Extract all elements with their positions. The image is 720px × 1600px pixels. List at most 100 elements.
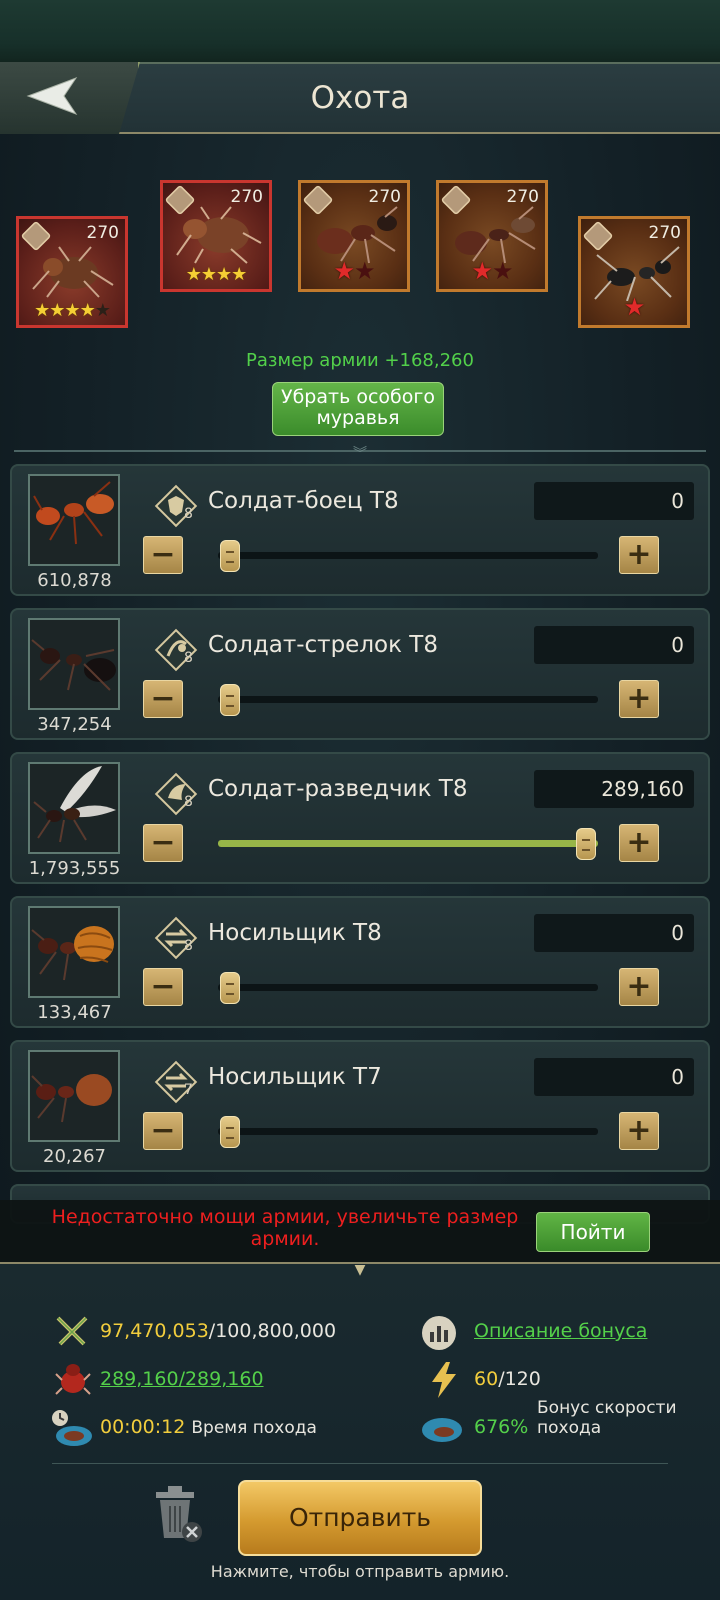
special-ant-card-4[interactable]: 270 ★★: [436, 180, 548, 292]
troop-available-count: 347,254: [37, 714, 112, 735]
troop-portrait: [28, 762, 120, 854]
ant-level: 270: [230, 187, 263, 207]
increase-button[interactable]: +: [619, 1112, 659, 1150]
army-power: 97,470,053/100,800,000: [100, 1320, 337, 1342]
troop-quantity-input[interactable]: 289,160: [534, 770, 694, 808]
increase-button[interactable]: +: [619, 824, 659, 862]
increase-button[interactable]: +: [619, 968, 659, 1006]
special-ant-card-5[interactable]: 270 ★: [578, 216, 690, 328]
special-ant-card-1[interactable]: 270 ★★★★★: [16, 216, 128, 328]
troop-tier: 8: [184, 506, 193, 522]
troop-portrait: [28, 474, 120, 566]
slider-handle[interactable]: [220, 684, 240, 716]
troop-slider[interactable]: [218, 828, 598, 860]
troop-quantity-input[interactable]: 0: [534, 1058, 694, 1096]
ant-portrait-icon: [594, 246, 680, 301]
decrease-button[interactable]: −: [143, 1112, 183, 1150]
troop-slider[interactable]: [218, 684, 598, 716]
panel-chevron-icon: ▼: [354, 1262, 366, 1278]
carrier-ant-icon: [31, 926, 114, 981]
ant-portrait-icon: [176, 206, 262, 264]
special-ant-card-2[interactable]: 270 ★★★★: [160, 180, 272, 292]
page-title: Охота: [310, 80, 410, 116]
ant-portrait-icon: [455, 206, 536, 264]
energy-cost: 60/120: [474, 1368, 541, 1390]
troop-tier: 8: [184, 650, 193, 666]
troop-slider[interactable]: [218, 1116, 598, 1148]
troop-portrait: [28, 906, 120, 998]
slider-handle[interactable]: [220, 1116, 240, 1148]
ant-troops-icon: [55, 1364, 91, 1395]
shooter-ant-icon: [31, 639, 116, 691]
bottom-divider: [52, 1463, 668, 1464]
army-size-bonus: Размер армии +168,260: [246, 350, 474, 371]
troop-available-count: 1,793,555: [28, 858, 121, 879]
troop-tier: 8: [184, 938, 193, 954]
troop-name: Носильщик T7: [208, 1064, 382, 1090]
troops-capacity-link[interactable]: 289,160/289,160: [100, 1368, 264, 1390]
divider-chevron-icon: ︾: [353, 446, 367, 462]
lightning-icon: [432, 1362, 456, 1398]
bonus-description-link[interactable]: Описание бонуса: [474, 1320, 647, 1342]
troop-tier: 8: [184, 794, 193, 810]
send-army-button[interactable]: Отправить: [238, 1480, 482, 1556]
troop-row-carrier-t7: 20,267 7 Носильщик T7 0 − +: [10, 1040, 710, 1172]
decrease-button[interactable]: −: [143, 968, 183, 1006]
top-leaf-decoration: [0, 0, 720, 62]
troop-quantity-input[interactable]: 0: [534, 482, 694, 520]
crossed-swords-icon: [56, 1316, 88, 1346]
troop-name: Солдат-стрелок T8: [208, 632, 438, 658]
increase-button[interactable]: +: [619, 536, 659, 574]
troop-row-soldier-scout: 1,793,555 8 Солдат-разведчик T8 289,160 …: [10, 752, 710, 884]
decrease-button[interactable]: −: [143, 680, 183, 718]
ant-level: 270: [368, 187, 401, 207]
slider-handle[interactable]: [576, 828, 596, 860]
speed-bonus-value: 676%: [474, 1416, 529, 1438]
speed-bonus-label: Бонус скорости похода: [537, 1398, 677, 1438]
carrier-ant-icon: [31, 1074, 112, 1123]
bar-chart-icon: [422, 1316, 456, 1350]
ant-portrait-icon: [32, 246, 114, 298]
march-time: 00:00:12 Время похода: [100, 1416, 317, 1438]
decrease-button[interactable]: −: [143, 824, 183, 862]
ant-stars: ★★★★: [185, 264, 248, 285]
slider-handle[interactable]: [220, 540, 240, 572]
troop-row-soldier-fighter: 610,878 8 Солдат-боец T8 0 − +: [10, 464, 710, 596]
troop-available-count: 20,267: [43, 1146, 106, 1167]
slider-handle[interactable]: [220, 972, 240, 1004]
troop-row-soldier-shooter: 347,254 8 Солдат-стрелок T8 0 − +: [10, 608, 710, 740]
scout-ant-icon: [33, 766, 116, 843]
troop-row-carrier-t8: 133,467 8 Носильщик T8 0 − +: [10, 896, 710, 1028]
decrease-button[interactable]: −: [143, 536, 183, 574]
troop-available-count: 133,467: [37, 1002, 112, 1023]
troop-portrait: [28, 1050, 120, 1142]
speed-bonus-icon: [422, 1418, 462, 1442]
ant-portrait-icon: [317, 206, 398, 264]
go-button[interactable]: Пойти: [536, 1212, 650, 1252]
ant-stars: ★★★★★: [34, 300, 111, 321]
ant-level: 270: [86, 223, 119, 243]
warning-message: Недостаточно мощи армии, увеличьте разме…: [51, 1206, 519, 1250]
troop-slider[interactable]: [218, 540, 598, 572]
troop-quantity-input[interactable]: 0: [534, 626, 694, 664]
troop-name: Носильщик T8: [208, 920, 382, 946]
ant-stars: ★★: [333, 257, 375, 285]
ant-stars: ★: [623, 293, 645, 321]
slider-fill: [218, 840, 598, 847]
march-time-icon: [52, 1410, 92, 1446]
troop-quantity-input[interactable]: 0: [534, 914, 694, 952]
remove-special-ant-button[interactable]: Убрать особого муравья: [272, 382, 444, 436]
troop-portrait: [28, 618, 120, 710]
send-hint-text: Нажмите, чтобы отправить армию.: [210, 1562, 510, 1581]
ant-stars: ★★: [471, 257, 513, 285]
troop-name: Солдат-разведчик T8: [208, 776, 468, 802]
trash-icon[interactable]: [150, 1484, 208, 1544]
increase-button[interactable]: +: [619, 680, 659, 718]
troop-tier: 7: [184, 1082, 193, 1098]
troop-available-count: 610,878: [37, 570, 112, 591]
special-ant-card-3[interactable]: 270 ★★: [298, 180, 410, 292]
ant-level: 270: [506, 187, 539, 207]
troop-name: Солдат-боец T8: [208, 488, 399, 514]
troop-slider[interactable]: [218, 972, 598, 1004]
ant-level: 270: [648, 223, 681, 243]
